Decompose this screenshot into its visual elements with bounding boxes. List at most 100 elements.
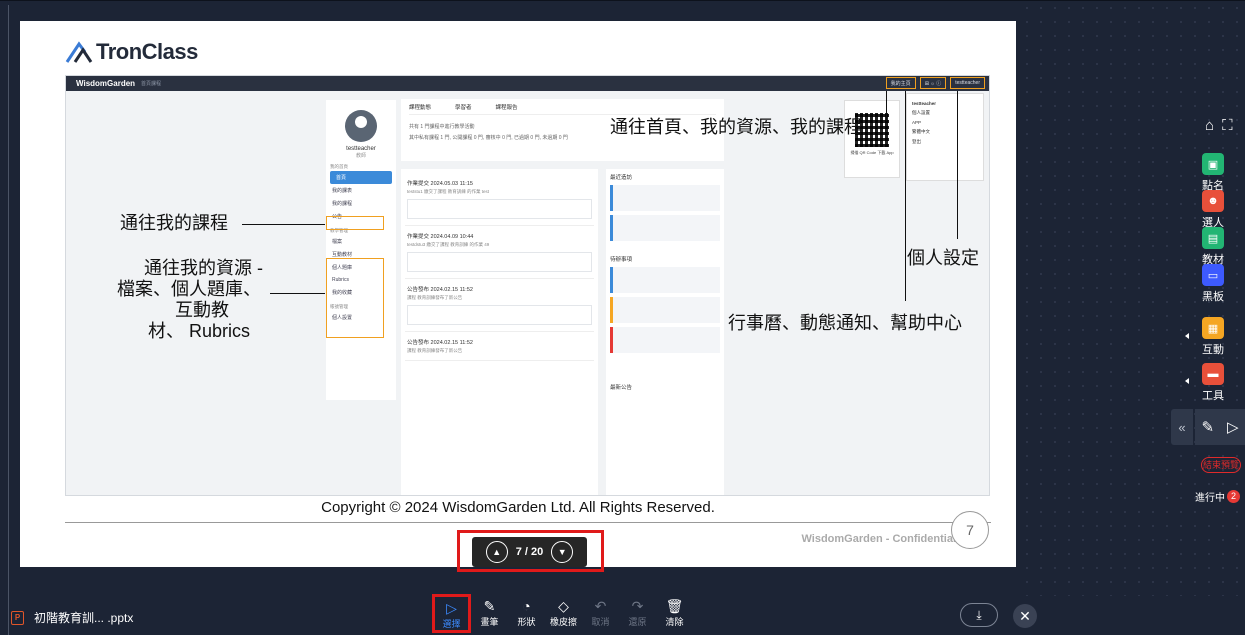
fullscreen-icon[interactable]: ⛶ <box>1222 117 1233 134</box>
download-icon: ⤓ <box>976 607 982 622</box>
annotation-resources-4: 材、 Rubrics <box>148 321 251 341</box>
pen-icon: ✎ <box>483 598 496 614</box>
embedded-qr-caption: 掃描 QR Code 下載 App <box>850 150 894 155</box>
prev-slide-button[interactable]: ▲ <box>485 541 508 563</box>
tool-interaction[interactable]: ▦ 互動 <box>1194 317 1232 357</box>
embedded-post-body: 課程 教育訓練發布了新公告 <box>407 295 463 300</box>
embedded-post-body: teststu1 繳交了課程 教育訓練 的作業 test <box>407 189 490 194</box>
embedded-card <box>610 327 720 353</box>
embedded-side-item: 我的課表 <box>332 188 353 194</box>
slide-page-number: 7 <box>951 511 989 549</box>
embedded-user-menu-item: APP <box>912 120 922 125</box>
tronclass-logo: TronClass <box>65 39 198 65</box>
tool-label: 取消 <box>591 617 610 627</box>
tool-label: 橡皮擦 <box>549 617 577 627</box>
annotation-arrow <box>242 224 325 225</box>
tronclass-logo-icon <box>65 41 93 63</box>
embedded-card <box>610 215 720 241</box>
pen-tool-button[interactable]: ✎ 畫筆 <box>471 597 508 633</box>
select-tool-button[interactable]: ▷ 選擇 <box>432 594 471 633</box>
file-name: 初階教育訓... .pptx <box>34 611 134 625</box>
embedded-sidebar: testteacher 教師 我的首頁 首頁 我的課表 我的課程 公告 教學管理… <box>326 100 396 400</box>
tool-label: 工具 <box>1202 390 1224 402</box>
embedded-tab: 學習者 <box>455 105 472 111</box>
annotation-calendar: 行事曆、動態通知、幫助中心 <box>728 313 962 333</box>
tool-pick-student[interactable]: ☻ 選人 <box>1194 190 1232 230</box>
embedded-post: 公告發布 2024.02.15 11:52 課程 教育訓練發布了新公告 <box>405 279 594 332</box>
shape-tool-button[interactable]: ◔ 形狀 <box>508 597 545 633</box>
file-info: P 初階教育訓... .pptx <box>11 609 133 626</box>
expand-caret-icon[interactable] <box>1185 333 1189 339</box>
home-icon[interactable]: ⌂ <box>1205 117 1214 134</box>
annotation-arrow <box>270 293 325 294</box>
highlight-my-resources <box>326 258 384 338</box>
annotation-arrow <box>886 91 887 121</box>
embedded-user: testteacher <box>950 77 985 89</box>
annotation-resources-3: 互動教 <box>175 300 229 320</box>
embedded-card <box>610 297 720 323</box>
embedded-card <box>610 185 720 211</box>
tool-label: 形狀 <box>517 617 536 627</box>
slide: TronClass WisdomGarden 首頁課程 我的主頁 ⊞ ☼ ⓘ t… <box>20 21 1016 567</box>
end-preview-button[interactable]: 結束預覽 <box>1201 457 1241 473</box>
embedded-icons: ⊞ ☼ ⓘ <box>919 77 947 89</box>
embedded-col-title: 待辦事項 <box>610 257 633 263</box>
embedded-user-menu-item: 個人設置 <box>912 110 930 115</box>
redo-button[interactable]: ↷ 還原 <box>619 597 656 633</box>
slide-copyright: Copyright © 2024 WisdomGarden Ltd. All R… <box>321 499 715 516</box>
tool-label: 清除 <box>665 617 684 627</box>
tool-label: 畫筆 <box>480 617 499 627</box>
collapse-toolbar-button[interactable]: « <box>1171 409 1193 445</box>
tool-label: 黑板 <box>1202 291 1224 303</box>
interaction-icon: ▦ <box>1202 317 1224 339</box>
annotation-resources-1: 通往我的資源 - <box>144 258 263 278</box>
embedded-attachment <box>407 305 592 325</box>
download-button[interactable]: ⤓ <box>960 603 998 627</box>
materials-icon: ▤ <box>1202 227 1224 249</box>
presentation-viewer: TronClass WisdomGarden 首頁課程 我的主頁 ⊞ ☼ ⓘ t… <box>0 0 1245 635</box>
embedded-side-column: 最近造訪 待辦事項 最新公告 <box>606 169 724 495</box>
highlight-my-courses <box>326 216 384 230</box>
ongoing-label: 進行中 <box>1195 493 1225 504</box>
tool-roll-call[interactable]: ▣ 點名 <box>1194 153 1232 193</box>
embedded-feed: 作業提交 2024.05.03 11:15 teststu1 繳交了課程 教育訓… <box>401 169 598 495</box>
embedded-user-menu-item: 繁體中文 <box>912 129 930 134</box>
ongoing-count-badge: 2 <box>1227 490 1240 503</box>
select-icon: ▷ <box>446 600 457 616</box>
annotation-tools: ✎ ▷ <box>1195 409 1245 445</box>
pointer-icon[interactable]: ▷ <box>1227 418 1239 436</box>
drawing-toolbar: ▷ 選擇 ✎ 畫筆 ◔ 形狀 ◇ 橡皮擦 ↶ 取消 ↷ 還原 🗑 清除 <box>432 594 693 633</box>
tool-tools[interactable]: ▬ 工具 <box>1194 363 1232 403</box>
bottom-bar: P 初階教育訓... .pptx ▷ 選擇 ✎ 畫筆 ◔ 形狀 ◇ 橡皮擦 ↶ <box>0 594 1245 635</box>
tool-blackboard[interactable]: ▭ 黑板 <box>1194 264 1232 304</box>
tronclass-logo-text: TronClass <box>96 39 198 64</box>
embedded-card <box>610 267 720 293</box>
embedded-user-menu: testteacher 個人設置 APP 繁體中文 登出 <box>906 93 984 181</box>
embedded-profile-role: 教師 <box>355 153 366 159</box>
embedded-crumb: 首頁課程 <box>141 81 162 87</box>
embedded-my-home: 我的主頁 <box>885 77 916 89</box>
slide-confidential: WisdomGarden - Confidential <box>801 533 956 545</box>
embedded-side-item: 檔案 <box>332 239 343 245</box>
trash-icon: 🗑 <box>665 598 684 614</box>
tool-materials[interactable]: ▤ 教材 <box>1194 227 1232 267</box>
embedded-col-title: 最新公告 <box>610 385 633 391</box>
embedded-post: 作業提交 2024.04.09 10:44 testdstu3 繳交了課程 教育… <box>405 226 594 279</box>
ongoing-activities[interactable]: 進行中 2 <box>1195 489 1240 504</box>
annotation-top: 通往首頁、我的資源、我的課程 <box>610 117 862 137</box>
tools-icon: ▬ <box>1202 363 1224 385</box>
clear-button[interactable]: 🗑 清除 <box>656 597 693 633</box>
undo-icon: ↶ <box>594 598 607 614</box>
pick-student-icon: ☻ <box>1202 190 1224 212</box>
embedded-qr-popup: 掃描 QR Code 下載 App <box>844 100 900 178</box>
annotation-resources-2: 檔案、個人題庫、 <box>117 279 261 299</box>
undo-button[interactable]: ↶ 取消 <box>582 597 619 633</box>
next-slide-button[interactable]: ▼ <box>551 541 574 563</box>
expand-caret-icon[interactable] <box>1185 378 1189 384</box>
close-button[interactable]: ✕ <box>1013 604 1037 628</box>
embedded-post-title: 作業提交 2024.04.09 10:44 <box>407 234 474 240</box>
eraser-tool-button[interactable]: ◇ 橡皮擦 <box>545 597 582 633</box>
pen-icon[interactable]: ✎ <box>1201 418 1214 436</box>
annotation-courses: 通往我的課程 <box>120 213 228 233</box>
redo-icon: ↷ <box>631 598 644 614</box>
